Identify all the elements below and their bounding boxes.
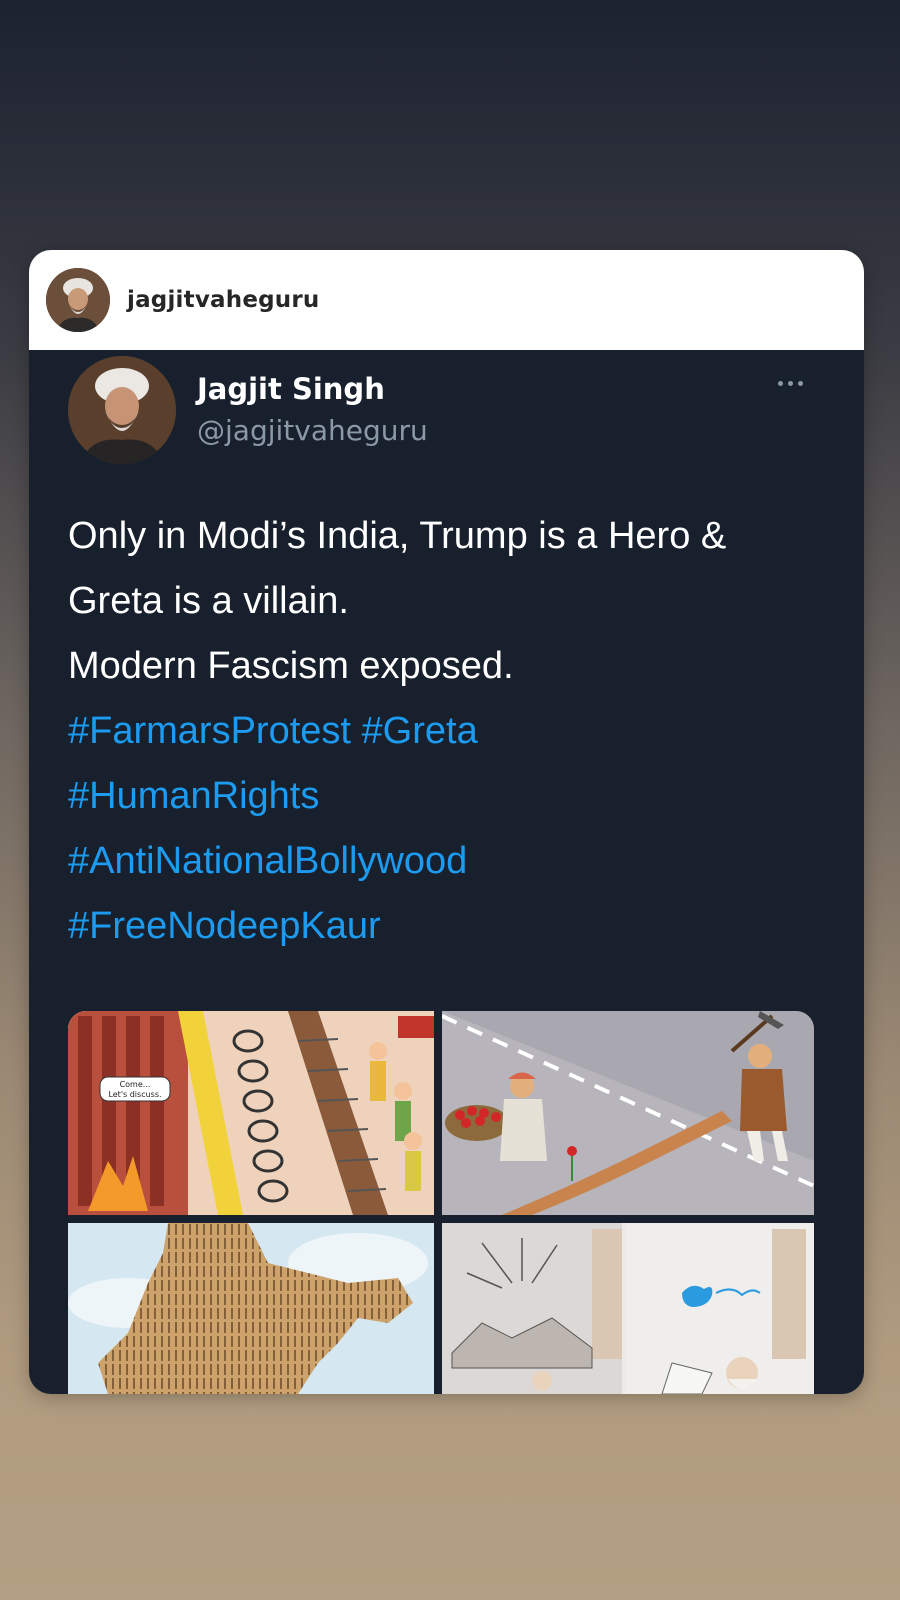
speech-bubble-line: Come... [120, 1080, 151, 1089]
avatar-portrait-icon [46, 268, 110, 332]
hashtag-link[interactable]: #FarmarsProtest [68, 710, 351, 752]
hashtag-line: #AntiNationalBollywood [68, 829, 838, 894]
hashtag-link[interactable]: #AntiNationalBollywood [68, 840, 467, 882]
cartoon-illustration [442, 1223, 814, 1394]
cartoon-illustration: Come... Let's discuss. [68, 1011, 434, 1215]
tweet-handle[interactable]: @jagjitvaheguru [197, 414, 428, 447]
hashtag-link[interactable]: #FreeNodeepKaur [68, 905, 381, 947]
avatar-portrait-icon [68, 356, 176, 464]
hashtag-line: #FreeNodeepKaur [68, 894, 838, 959]
hashtag-line: #HumanRights [68, 764, 838, 829]
tweet-avatar[interactable] [68, 356, 176, 464]
hashtag-link[interactable]: #HumanRights [68, 775, 319, 817]
speech-bubble-line: Let's discuss. [108, 1090, 161, 1099]
media-image-barricade[interactable]: Come... Let's discuss. [68, 1011, 434, 1215]
cartoon-illustration [68, 1223, 434, 1394]
story-post-header: jagjitvaheguru [29, 250, 864, 350]
header-username[interactable]: jagjitvaheguru [127, 287, 319, 313]
tweet-text-line: Greta is a villain. [68, 580, 349, 622]
media-image-road-crack[interactable] [442, 1011, 814, 1215]
tweet-text-line: Modern Fascism exposed. [68, 645, 514, 687]
more-horizontal-icon[interactable] [770, 368, 810, 398]
tweet-text: Only in Modi’s India, Trump is a Hero & … [68, 504, 838, 959]
tweet-display-name[interactable]: Jagjit Singh [197, 372, 385, 406]
hashtag-link[interactable]: #Greta [362, 710, 478, 752]
tweet: Jagjit Singh @jagjitvaheguru Only in Mod… [29, 350, 864, 1394]
tweet-text-line: Only in Modi’s India, Trump is a Hero & [68, 515, 727, 557]
media-image-twitter-bird[interactable] [442, 1223, 814, 1394]
tweet-media-grid: Come... Let's discuss. [68, 1011, 814, 1394]
shared-tweet-card[interactable]: jagjitvaheguru Jagjit Singh @jagjitvaheg… [29, 250, 864, 1394]
cartoon-illustration [442, 1011, 814, 1215]
media-image-india-map[interactable] [68, 1223, 434, 1394]
hashtag-line: #FarmarsProtest #Greta [68, 699, 838, 764]
header-avatar[interactable] [46, 268, 110, 332]
